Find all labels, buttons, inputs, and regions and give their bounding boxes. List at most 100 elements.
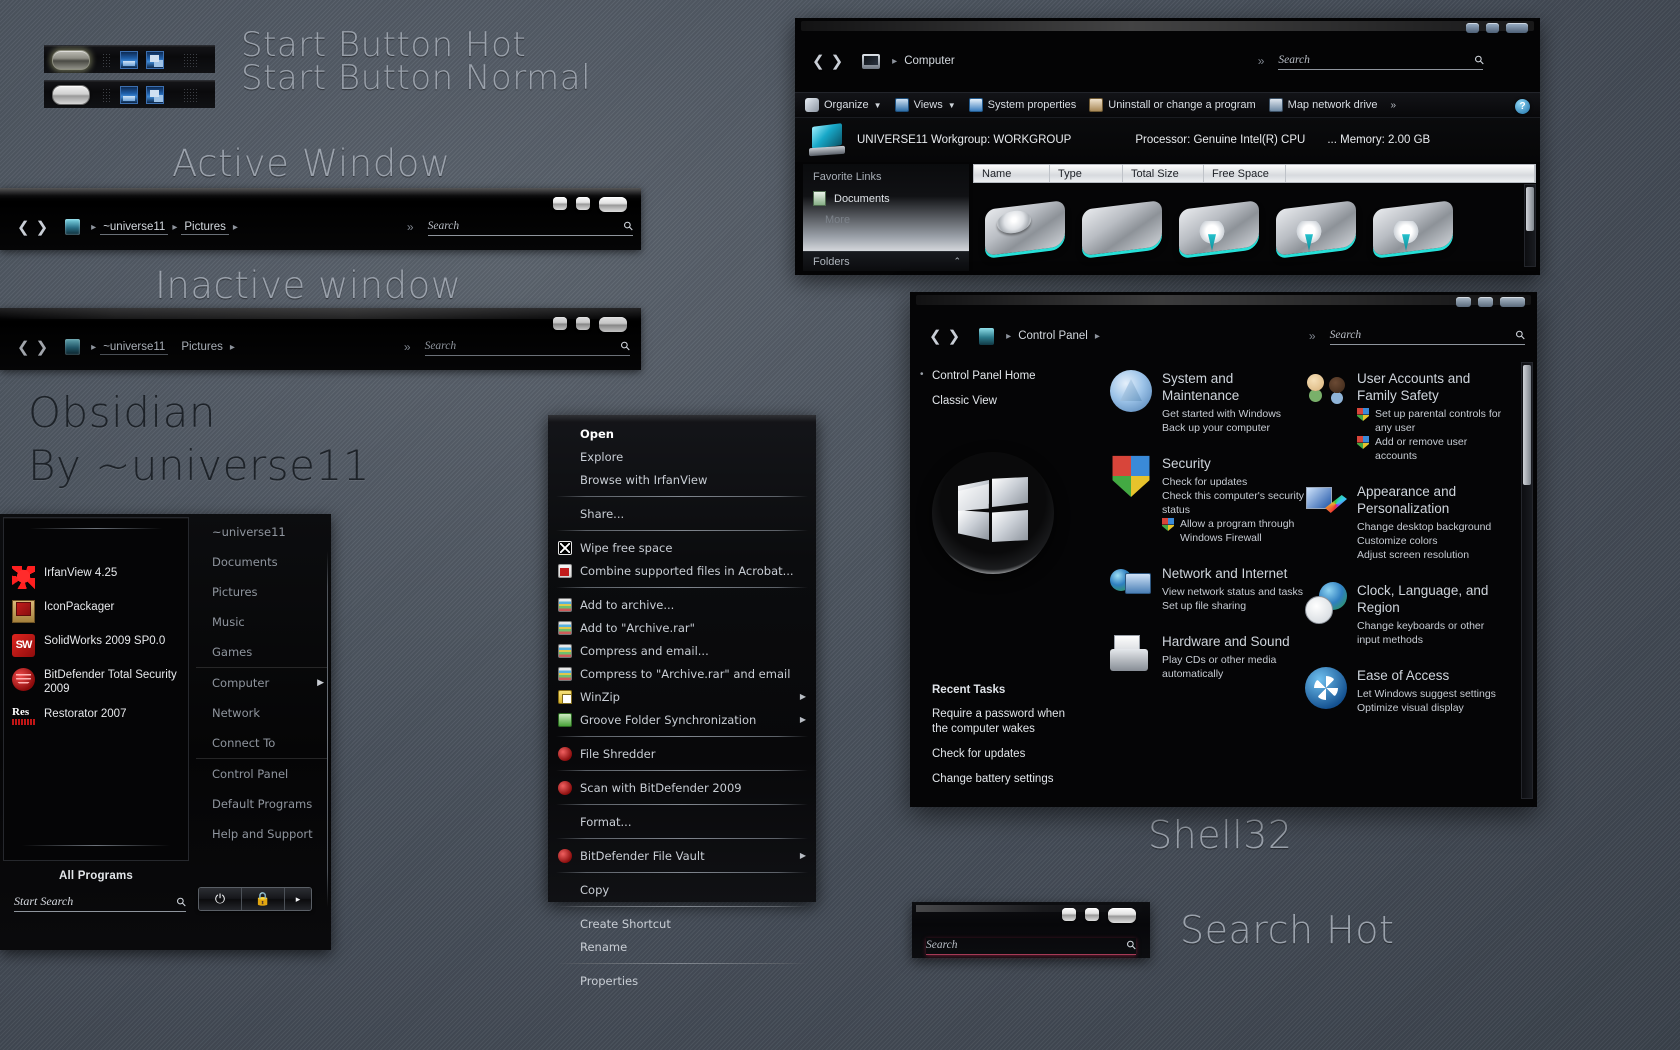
breadcrumb-computer[interactable]: Computer [901,54,958,68]
search-field-hot[interactable]: Search ⚲ [926,937,1140,955]
maximize-button[interactable] [1486,23,1499,33]
category-link[interactable]: Change keyboards or other input methods [1357,619,1505,647]
menu-item[interactable]: Format... [548,810,816,833]
breadcrumb-overflow-icon[interactable]: » [1258,54,1265,68]
menu-item[interactable]: Add to "Archive.rar" [548,616,816,639]
control-panel-crumb-icon[interactable] [979,327,995,345]
quicklaunch-grip-icon[interactable] [102,52,112,67]
minimize-button[interactable] [553,317,567,330]
sidebar-item-classic-view[interactable]: Classic View [932,395,1062,407]
menu-item[interactable]: Compress to "Archive.rar" and email [548,662,816,685]
menu-item[interactable]: Open [548,422,816,445]
window-caption-buttons[interactable] [1062,908,1136,923]
folders-pane-toggle[interactable]: Folders ⌃ [803,251,969,271]
breadcrumb-overflow-icon[interactable]: » [404,340,411,354]
show-desktop-icon[interactable] [120,50,138,69]
breadcrumb-control-panel[interactable]: Control Panel [1015,329,1091,343]
sidebar-item-control-panel[interactable]: Control Panel [196,758,328,789]
back-arrow-icon[interactable]: ❮ [14,218,33,236]
back-arrow-icon[interactable]: ❮ [926,327,945,345]
category-title[interactable]: Security [1162,455,1310,472]
drive-item[interactable] [1078,199,1168,261]
category-title[interactable]: Ease of Access [1357,667,1505,684]
close-button[interactable] [1108,908,1136,923]
start-search-input[interactable]: Start Search ⚲ [14,893,190,912]
sidebar-item-help-and-support[interactable]: Help and Support [196,819,328,849]
menu-item[interactable]: Share... [548,502,816,525]
system-properties-button[interactable]: System properties [968,98,1076,112]
magnifier-icon[interactable]: ⚲ [617,337,633,353]
category-link[interactable]: View network status and tasks [1162,585,1310,599]
recent-task-link[interactable]: Check for updates [932,747,1070,762]
magnifier-icon[interactable]: ⚲ [1512,326,1528,342]
vertical-scrollbar[interactable] [1521,362,1533,799]
forward-arrow-icon[interactable]: ❯ [33,218,52,236]
sidebar-item-computer[interactable]: Computer ▶ [196,667,328,698]
menu-item[interactable]: Groove Folder Synchronization ▶ [548,708,816,731]
taskbar-sample-normal[interactable] [44,80,215,108]
toolbar-overflow-icon[interactable]: » [1391,100,1397,111]
sidebar-item-default-programs[interactable]: Default Programs [196,789,328,819]
recent-task-link[interactable]: Require a password when the computer wak… [932,707,1070,737]
category-link[interactable]: Let Windows suggest settings [1357,687,1505,701]
category-title[interactable]: System and Maintenance [1162,370,1310,404]
sidebar-item-documents[interactable]: Documents [803,189,969,208]
back-arrow-icon[interactable]: ❮ [809,52,828,70]
menu-item[interactable]: Copy [548,878,816,901]
magnifier-icon[interactable]: ⚲ [174,893,190,909]
list-item[interactable]: IrfanView 4.25 [12,566,182,589]
category-link[interactable]: Add or remove user accounts [1357,435,1505,463]
category-link[interactable]: Check for updates [1162,475,1310,489]
switch-windows-icon[interactable] [146,50,164,69]
shutdown-options-button[interactable]: ▸ [285,888,311,910]
back-arrow-icon[interactable]: ❮ [14,338,33,356]
menu-item[interactable]: Browse with IrfanView [548,468,816,491]
drive-item[interactable] [1175,199,1265,261]
window-caption-buttons[interactable] [553,317,627,332]
sidebar-item-music[interactable]: Music [196,607,328,637]
views-button[interactable]: Views ▼ [894,98,956,112]
close-button[interactable] [599,197,627,212]
taskbar-sample-hot[interactable] [44,45,215,73]
category-link[interactable]: Back up your computer [1162,421,1310,435]
maximize-button[interactable] [1478,297,1493,307]
start-button-normal[interactable] [52,84,90,105]
window-caption-buttons[interactable] [1456,297,1525,307]
show-desktop-icon[interactable] [120,85,138,104]
menu-item[interactable]: Create Shortcut [548,912,816,935]
map-network-drive-button[interactable]: Map network drive [1268,98,1378,112]
menu-item[interactable]: WinZip ▶ [548,685,816,708]
magnifier-icon[interactable]: ⚲ [1124,937,1140,953]
minimize-button[interactable] [1456,297,1471,307]
breadcrumb-user[interactable]: ~universe11 [100,220,169,235]
menu-item[interactable]: File Shredder [548,742,816,765]
recent-task-link[interactable]: Change battery settings [932,772,1070,787]
folder-crumb-icon[interactable] [65,339,81,355]
menu-item[interactable]: Wipe free space [548,536,816,559]
all-programs-button[interactable]: All Programs [3,870,189,882]
magnifier-icon[interactable]: ⚲ [620,217,636,233]
sidebar-item-network[interactable]: Network [196,698,328,728]
lock-button[interactable]: 🔒 [242,888,285,910]
sidebar-item-control-panel-home[interactable]: Control Panel Home [920,369,1062,382]
category-link[interactable]: Change desktop background [1357,520,1505,534]
scrollbar-thumb[interactable] [1523,365,1531,485]
menu-item[interactable]: Properties [548,969,816,992]
menu-item[interactable]: Scan with BitDefender 2009 [548,776,816,799]
forward-arrow-icon[interactable]: ❯ [945,327,964,345]
forward-arrow-icon[interactable]: ❯ [33,338,52,356]
category-link[interactable]: Set up parental controls for any user [1357,407,1505,435]
maximize-button[interactable] [576,317,590,330]
window-caption-buttons[interactable] [1466,23,1528,33]
column-header-name[interactable]: Name [974,165,1050,182]
list-item[interactable]: IconPackager [12,600,182,623]
menu-item[interactable]: Explore [548,445,816,468]
category-link[interactable]: Check this computer's security status [1162,489,1310,517]
help-button[interactable]: ? [1515,99,1530,114]
power-button[interactable]: ⏻ [199,888,242,910]
category-title[interactable]: User Accounts and Family Safety [1357,370,1505,404]
category-link[interactable]: Set up file sharing [1162,599,1310,613]
breadcrumb-folder[interactable]: Pictures [181,220,229,235]
switch-windows-icon[interactable] [146,85,164,104]
menu-item[interactable]: BitDefender File Vault ▶ [548,844,816,867]
